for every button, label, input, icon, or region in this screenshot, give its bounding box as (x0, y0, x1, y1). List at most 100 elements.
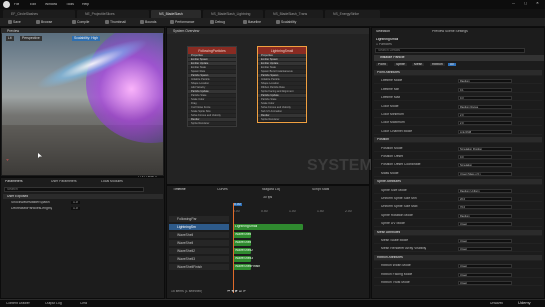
details-row[interactable]: Color Minimum 2.0 (374, 112, 542, 118)
row-value[interactable]: Random Uniform (458, 188, 512, 193)
tab-curves[interactable]: Curves (217, 188, 228, 191)
details-section[interactable]: Mesh Attributes (374, 229, 542, 236)
menu-file[interactable]: File (14, 3, 19, 6)
filter-tab[interactable]: All (448, 63, 456, 67)
tab-selection[interactable]: Selection (376, 30, 390, 33)
track-row[interactable]: WaveShellFinish (169, 264, 229, 270)
tab-user-parameters[interactable]: User Parameters (51, 180, 77, 183)
track-row[interactable]: WaveShell (169, 240, 229, 246)
playback-controls[interactable]: ⏮ ◀ ▶ ⏭ ⟳ (227, 290, 246, 293)
details-row[interactable]: Mesh Scale Mode Unset (374, 238, 542, 244)
details-row[interactable]: Mass Mode Unset (Mass of 1) (374, 171, 542, 177)
row-value[interactable]: Simulation Position (458, 146, 512, 151)
tab-ns-energystrike[interactable]: NS_EnergyStrike (325, 10, 380, 18)
tab-ef-circleslashes[interactable]: EF_CircleSlashes (3, 10, 75, 18)
row-value[interactable]: Unset (458, 272, 512, 277)
track-row[interactable]: WaveShell (169, 232, 229, 238)
baseline-button[interactable]: Baseline (243, 20, 261, 25)
fps-dropdown[interactable]: 30 fps (263, 196, 272, 199)
menu-window[interactable]: Window (45, 3, 57, 6)
row-value[interactable]: Unset (Mass of 1) (458, 171, 512, 176)
minimize-icon[interactable]: — (512, 2, 515, 5)
track-bar[interactable]: WaveShell (233, 232, 251, 238)
module-row[interactable]: Sprite Renderer (188, 122, 236, 126)
details-row[interactable]: Position Mode Simulation Position (374, 146, 542, 152)
bounds-button[interactable]: Bounds (140, 20, 157, 25)
filter-tab[interactable]: Ribbon (430, 63, 445, 67)
details-row[interactable]: Lifetime Min 0.1 (374, 87, 542, 93)
details-row[interactable]: Sprite UV Mode Unset (374, 221, 542, 228)
row-value[interactable]: 0.0 (458, 155, 512, 159)
filter-tab[interactable]: Mesh (412, 63, 425, 67)
row-value[interactable]: Link RGB (458, 129, 512, 134)
details-row[interactable]: Lifetime Max 0.3 (374, 95, 542, 102)
row-value[interactable]: Simulation (458, 163, 512, 168)
menu-edit[interactable]: Edit (30, 3, 36, 6)
details-row[interactable]: Position Offset Coordinate Simulation (374, 162, 542, 169)
tab-ns-bladeslash-trans[interactable]: NS_BladeSlash_Trans (265, 10, 323, 18)
tab-ns-bladeslash-lightning[interactable]: NS_BladeSlash_Lightning (203, 10, 263, 18)
details-row[interactable]: Ribbon Width Mode Unset (374, 263, 542, 270)
param-value[interactable]: 1.0 (71, 207, 80, 211)
filter-tab[interactable]: Point (376, 63, 388, 67)
row-value[interactable]: Random (458, 79, 512, 84)
track-bar[interactable]: WaveShell (233, 240, 251, 246)
details-row[interactable]: Position Offset 0.0 (374, 154, 542, 160)
debug-button[interactable]: Debug (210, 20, 225, 25)
content-drawer-button[interactable]: Content Drawer (6, 302, 30, 305)
view-mode-button[interactable]: Lit (6, 36, 14, 42)
track-row[interactable]: WaveShell2 (169, 248, 229, 254)
details-row[interactable]: Uniform Sprite Size Min 20.0 (374, 196, 542, 202)
filter-tab[interactable]: Sprite (394, 63, 407, 67)
details-row[interactable]: Color Channel Mode Link RGB (374, 129, 542, 135)
row-value[interactable]: 70.0 (458, 205, 512, 210)
row-value[interactable]: 20.0 (458, 197, 512, 201)
compile-button[interactable]: Compile (72, 20, 89, 25)
row-value[interactable]: Unset (458, 222, 512, 227)
track-row[interactable]: FollowingPar (169, 216, 229, 222)
row-value[interactable]: 0.1 (458, 87, 512, 92)
cmd-input[interactable]: Cmd (80, 302, 87, 305)
row-value[interactable]: Unset (458, 239, 512, 243)
tab-script-stats[interactable]: Script Stats (312, 188, 329, 191)
details-section[interactable]: Ribbon Attributes (374, 254, 542, 261)
details-row[interactable]: Sprite Size Mode Random Uniform (374, 188, 542, 194)
details-row[interactable]: Ribbon Twist Mode Unset (374, 280, 542, 286)
preview-viewport[interactable]: Lit Perspective Scalability: High ✛ (2, 33, 163, 175)
details-row[interactable]: Color Maximum 2.0 (374, 120, 542, 127)
unreal-logo-icon[interactable] (3, 1, 10, 8)
details-row[interactable]: Sprite Rotation Mode Random (374, 213, 542, 219)
emitter-node-lightningsmall[interactable]: LightningSmall Properties Emitter Spawn Em… (257, 46, 307, 123)
track-bar[interactable]: WaveShell3 (233, 256, 253, 262)
track-bar[interactable]: WaveShellFinish (233, 264, 260, 270)
tab-parameters[interactable]: Parameters (5, 180, 23, 183)
menu-tools[interactable]: Tools (66, 3, 74, 6)
row-value[interactable]: 2.0 (458, 113, 512, 117)
tab-preview-scene-settings[interactable]: Preview Scene Settings (432, 30, 468, 33)
row-value[interactable]: Random (458, 213, 512, 218)
current-time[interactable]: 0.00 (233, 203, 242, 207)
details-row[interactable]: Color Mode Random Range (374, 104, 542, 110)
details-row[interactable]: Ribbon Facing Mode Unset (374, 272, 542, 278)
details-section[interactable]: Point Attributes (374, 70, 542, 76)
emitter-node-followingparticles[interactable]: FollowingParticles Properties Emitter Spa… (187, 46, 237, 127)
performance-button[interactable]: Performance (170, 20, 194, 25)
module-row[interactable]: Sprite Renderer (258, 118, 306, 122)
tab-timeline[interactable]: Timeline (173, 188, 186, 191)
playhead[interactable] (233, 203, 234, 293)
row-value[interactable]: Unset (458, 264, 512, 269)
row-value[interactable]: 2.0 (458, 121, 512, 126)
maximize-icon[interactable]: ▢ (524, 2, 527, 5)
details-section[interactable]: Sprite Attributes (374, 179, 542, 186)
output-log-button[interactable]: Output Log (45, 302, 62, 305)
close-icon[interactable]: ✕ (536, 2, 539, 5)
tab-niagara-log[interactable]: Niagara Log (262, 188, 280, 191)
thumbnail-button[interactable]: Thumbnail (105, 20, 126, 25)
row-value[interactable]: 0.3 (458, 96, 512, 101)
menu-help[interactable]: Help (82, 3, 89, 6)
unsaved-indicator[interactable]: Unsaved (490, 302, 503, 305)
save-button[interactable]: Save (8, 20, 21, 25)
perspective-button[interactable]: Perspective (20, 36, 42, 42)
track-bar[interactable]: LightningSmall (233, 224, 303, 230)
browse-button[interactable]: Browse (36, 20, 52, 25)
